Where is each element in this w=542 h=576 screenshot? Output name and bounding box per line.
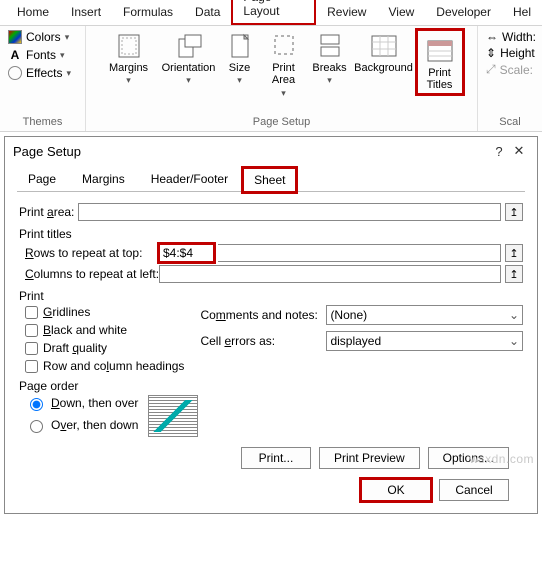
page-setup-dialog: Page Setup ? ✕ Page Margins Header/Foote…	[4, 136, 538, 514]
print-titles-button[interactable]: Print Titles	[420, 33, 460, 91]
breaks-button[interactable]: Breaks▾	[307, 28, 353, 86]
height-control[interactable]: ⇕Height	[486, 46, 536, 60]
cols-repeat-input[interactable]	[159, 265, 501, 283]
gridlines-checkbox[interactable]: Gridlines	[25, 305, 184, 319]
tab-insert[interactable]: Insert	[60, 0, 112, 25]
dialog-tab-margins[interactable]: Margins	[71, 167, 136, 191]
scale-icon: ⤢	[486, 62, 496, 77]
orientation-icon	[175, 32, 203, 60]
group-themes: Colors▾ AFonts▾ Effects▾ Themes	[0, 26, 86, 131]
tab-home[interactable]: Home	[6, 0, 60, 25]
tab-review[interactable]: Review	[316, 0, 377, 25]
dialog-titlebar: Page Setup ? ✕	[5, 137, 537, 167]
comments-label: Comments and notes:	[200, 308, 320, 322]
tab-data[interactable]: Data	[184, 0, 231, 25]
down-then-over-radio[interactable]: Down, then over	[25, 395, 138, 411]
tab-view[interactable]: View	[377, 0, 425, 25]
tab-formulas[interactable]: Formulas	[112, 0, 184, 25]
options-button[interactable]: Options...	[428, 447, 509, 469]
cancel-button[interactable]: Cancel	[439, 479, 509, 501]
print-section: Print	[19, 289, 523, 303]
breaks-icon	[316, 32, 344, 60]
dialog-tab-page[interactable]: Page	[17, 167, 67, 191]
print-titles-icon	[426, 37, 454, 65]
width-icon: ⇔	[486, 30, 498, 44]
ribbon-tabs: Home Insert Formulas Data Page Layout Re…	[0, 0, 542, 26]
dialog-body: Print area: Print titles Rows to repeat …	[5, 192, 537, 513]
print-button[interactable]: Print...	[241, 447, 311, 469]
print-area-icon	[270, 32, 298, 60]
group-label-themes: Themes	[4, 116, 81, 130]
dialog-title: Page Setup	[13, 144, 489, 159]
tab-developer[interactable]: Developer	[425, 0, 502, 25]
margins-icon	[115, 32, 143, 60]
rows-label: Rows to repeat at top:	[25, 246, 155, 260]
group-scale: ⇔Width: ⇕Height ⤢Scale: Scal	[478, 26, 542, 131]
print-preview-button[interactable]: Print Preview	[319, 447, 420, 469]
draft-checkbox[interactable]: Draft quality	[25, 341, 184, 355]
height-icon: ⇕	[486, 46, 496, 60]
print-titles-highlight: Print Titles	[415, 28, 465, 96]
themes-fonts[interactable]: AFonts▾	[8, 48, 71, 62]
background-icon	[370, 32, 398, 60]
size-button[interactable]: Size▾	[219, 28, 261, 86]
errors-label: Cell errors as:	[200, 334, 320, 348]
over-then-down-radio[interactable]: Over, then down	[25, 417, 138, 433]
background-button[interactable]: Background	[353, 28, 415, 74]
comments-select[interactable]: (None)	[326, 305, 523, 325]
dialog-tab-headerfooter[interactable]: Header/Footer	[140, 167, 239, 191]
cols-label: Columns to repeat at left:	[25, 267, 155, 281]
close-button[interactable]: ✕	[509, 143, 529, 159]
group-label-page-setup: Page Setup	[90, 116, 473, 130]
cols-picker[interactable]	[505, 265, 523, 283]
page-order-thumbnail	[148, 395, 198, 437]
print-area-input[interactable]	[78, 203, 501, 221]
help-button[interactable]: ?	[489, 144, 509, 159]
print-area-button[interactable]: Print Area▾	[261, 28, 307, 99]
print-titles-section: Print titles	[19, 227, 523, 241]
themes-colors[interactable]: Colors▾	[8, 30, 71, 44]
page-order-section: Page order	[19, 379, 523, 393]
colors-icon	[8, 30, 22, 44]
group-label-scale: Scal	[482, 116, 538, 130]
ok-button[interactable]: OK	[361, 479, 431, 501]
themes-effects[interactable]: Effects▾	[8, 66, 71, 80]
width-control[interactable]: ⇔Width:	[486, 30, 536, 44]
print-area-label: Print area:	[19, 205, 74, 219]
dialog-tabs: Page Margins Header/Footer Sheet	[17, 167, 525, 192]
group-page-setup: Margins▾ Orientation▾ Size▾ Print Area▾ …	[86, 26, 478, 131]
headings-checkbox[interactable]: Row and column headings	[25, 359, 184, 373]
scale-control: ⤢Scale:	[486, 62, 536, 77]
size-icon	[226, 32, 254, 60]
margins-button[interactable]: Margins▾	[99, 28, 159, 86]
effects-icon	[8, 66, 22, 80]
rows-repeat-input[interactable]	[159, 244, 214, 262]
ribbon: Colors▾ AFonts▾ Effects▾ Themes Margins▾…	[0, 26, 542, 132]
print-area-picker[interactable]	[505, 203, 523, 221]
rows-picker[interactable]	[505, 244, 523, 262]
dialog-tab-sheet[interactable]: Sheet	[243, 168, 296, 192]
blackwhite-checkbox[interactable]: Black and white	[25, 323, 184, 337]
fonts-icon: A	[8, 48, 22, 62]
errors-select[interactable]: displayed	[326, 331, 523, 351]
orientation-button[interactable]: Orientation▾	[159, 28, 219, 86]
tab-help[interactable]: Hel	[502, 0, 542, 25]
tab-page-layout[interactable]: Page Layout	[231, 0, 316, 25]
